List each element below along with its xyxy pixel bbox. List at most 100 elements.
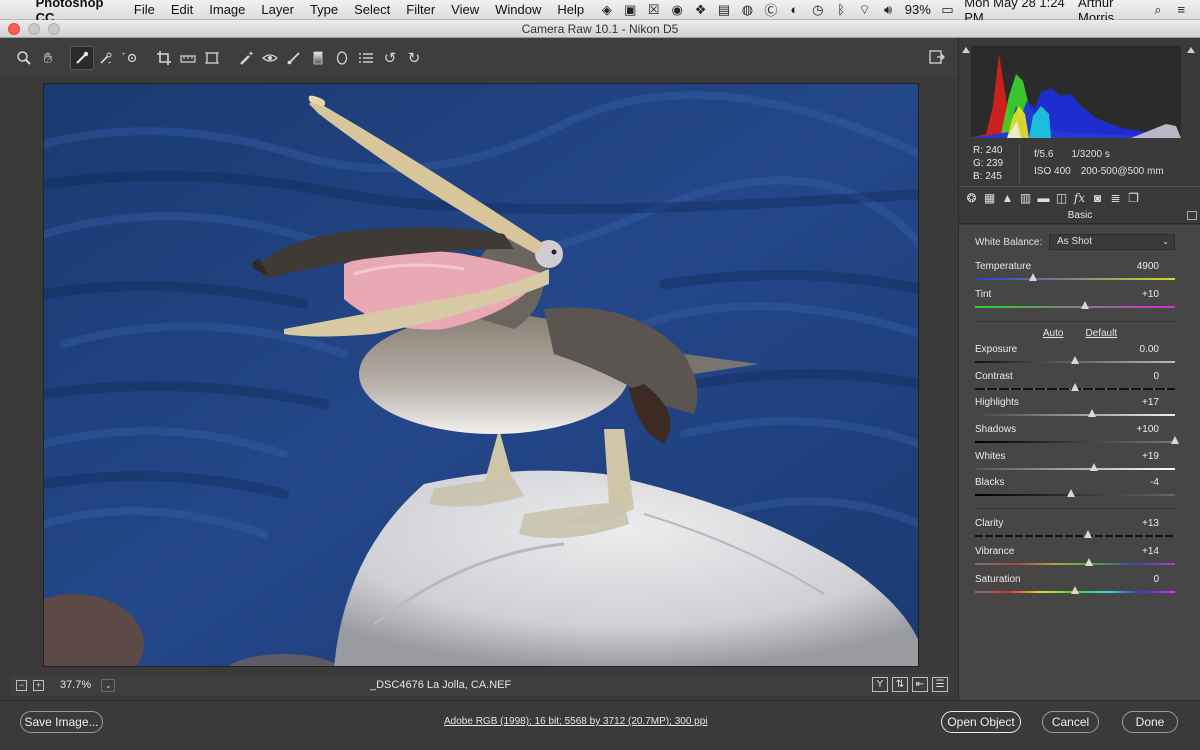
slider-value[interactable]: +17: [1142, 397, 1159, 408]
tint-slider[interactable]: Tint +10: [975, 289, 1177, 315]
toggle-default-settings-icon[interactable]: ☰: [932, 677, 948, 692]
slider-thumb[interactable]: [1071, 383, 1079, 391]
menu-window[interactable]: Window: [495, 2, 541, 17]
copy-settings-icon[interactable]: ⇤: [912, 677, 928, 692]
saturation-slider[interactable]: Saturation 0: [975, 574, 1177, 600]
menu-view[interactable]: View: [451, 2, 479, 17]
tab-detail-icon[interactable]: ▲: [1000, 190, 1015, 205]
tab-basic-icon[interactable]: ❂: [964, 190, 979, 205]
radial-filter-icon[interactable]: [330, 46, 354, 70]
slider-value[interactable]: +14: [1142, 546, 1159, 557]
default-link[interactable]: Default: [1085, 328, 1117, 339]
slider-thumb[interactable]: [1084, 530, 1092, 538]
slider-value[interactable]: 0: [1153, 574, 1159, 585]
red-eye-tool-icon[interactable]: [258, 46, 282, 70]
slider-thumb[interactable]: [1090, 463, 1098, 471]
dropbox-icon[interactable]: ❖: [694, 2, 707, 18]
slider-value[interactable]: -4: [1150, 477, 1159, 488]
workflow-options-link[interactable]: Adobe RGB (1998); 16 bit; 5568 by 3712 (…: [444, 716, 708, 727]
menu-layer[interactable]: Layer: [261, 2, 294, 17]
tab-split-toning-icon[interactable]: ▬: [1036, 190, 1051, 205]
slider-thumb[interactable]: [1088, 409, 1096, 417]
pelican-photo[interactable]: [43, 83, 919, 667]
slider-track[interactable]: [975, 414, 1175, 416]
slider-thumb[interactable]: [1067, 489, 1075, 497]
crop-tool-icon[interactable]: [152, 46, 176, 70]
zoom-level[interactable]: 37.7%: [60, 679, 91, 691]
tab-tone-curve-icon[interactable]: ▦: [982, 190, 997, 205]
battery-icon[interactable]: ▭: [941, 2, 954, 18]
save-image-button[interactable]: Save Image...: [20, 711, 103, 733]
slider-track[interactable]: [975, 441, 1175, 443]
transform-tool-icon[interactable]: [200, 46, 224, 70]
tab-presets-icon[interactable]: ≣: [1108, 190, 1123, 205]
menu-edit[interactable]: Edit: [171, 2, 193, 17]
white-balance-tool-icon[interactable]: [70, 46, 94, 70]
slider-thumb[interactable]: [1071, 356, 1079, 364]
adjustment-brush-icon[interactable]: [282, 46, 306, 70]
slider-value[interactable]: 0.00: [1140, 344, 1159, 355]
tray-close-box-icon[interactable]: ☒: [647, 2, 660, 18]
tab-snapshots-icon[interactable]: ❐: [1126, 190, 1141, 205]
menu-help[interactable]: Help: [557, 2, 584, 17]
slider-track[interactable]: [975, 278, 1175, 280]
bluetooth-icon[interactable]: ᛒ: [834, 2, 847, 17]
whites-slider[interactable]: Whites +19: [975, 451, 1177, 477]
slider-value[interactable]: +100: [1136, 424, 1159, 435]
graduated-filter-icon[interactable]: [306, 46, 330, 70]
zoom-dropdown-chevron-icon[interactable]: ⌄: [101, 678, 116, 692]
tray-app-icon[interactable]: ◐: [788, 2, 801, 17]
menu-select[interactable]: Select: [354, 2, 390, 17]
tab-lens-corrections-icon[interactable]: ◫: [1054, 190, 1069, 205]
battery-percent[interactable]: 93%: [905, 2, 931, 17]
blacks-slider[interactable]: Blacks -4: [975, 477, 1177, 503]
slider-value[interactable]: 0: [1153, 371, 1159, 382]
tray-app-icon[interactable]: ◈: [600, 2, 613, 18]
tab-camera-calibration-icon[interactable]: ◙: [1090, 190, 1105, 205]
before-after-toggle-button[interactable]: Y: [872, 677, 888, 692]
tray-app-icon[interactable]: ◍: [741, 2, 754, 18]
exposure-slider[interactable]: Exposure 0.00: [975, 344, 1177, 370]
image-preview-area[interactable]: [10, 78, 950, 672]
slider-thumb[interactable]: [1081, 301, 1089, 309]
targeted-adjustment-tool-icon[interactable]: +: [118, 46, 142, 70]
volume-icon[interactable]: 🔊︎: [881, 2, 894, 18]
preferences-list-icon[interactable]: [354, 46, 378, 70]
slider-track[interactable]: [975, 563, 1175, 565]
open-object-button[interactable]: Open Object: [941, 711, 1021, 733]
menu-file[interactable]: File: [134, 2, 155, 17]
zoom-out-button[interactable]: −: [16, 679, 27, 691]
color-sampler-tool-icon[interactable]: +: [94, 46, 118, 70]
slider-track[interactable]: [975, 306, 1175, 308]
slider-value[interactable]: +19: [1142, 451, 1159, 462]
wifi-icon[interactable]: ⌔: [858, 2, 871, 18]
zoom-tool-icon[interactable]: [12, 46, 36, 70]
tab-effects-icon[interactable]: fx: [1072, 190, 1087, 205]
done-button[interactable]: Done: [1122, 711, 1178, 733]
time-machine-icon[interactable]: ◷: [811, 2, 824, 18]
straighten-tool-icon[interactable]: [176, 46, 200, 70]
menu-list-icon[interactable]: ≡: [1175, 2, 1188, 17]
swap-settings-icon[interactable]: ⇅: [892, 677, 908, 692]
tray-app-icon[interactable]: ▤: [717, 2, 730, 18]
highlights-slider[interactable]: Highlights +17: [975, 397, 1177, 423]
slider-thumb[interactable]: [1029, 273, 1037, 281]
shadow-clipping-warning-icon[interactable]: [962, 47, 970, 53]
rotate-left-icon[interactable]: ↺: [378, 46, 402, 70]
auto-link[interactable]: Auto: [1043, 328, 1064, 339]
fullscreen-toggle-icon[interactable]: [926, 46, 948, 68]
cancel-button[interactable]: Cancel: [1042, 711, 1099, 733]
slider-track[interactable]: [975, 468, 1175, 470]
zoom-in-button[interactable]: +: [33, 679, 44, 691]
slider-thumb[interactable]: [1071, 586, 1079, 594]
white-balance-select[interactable]: As Shot ⌄: [1049, 234, 1175, 250]
slider-value[interactable]: +10: [1142, 289, 1159, 300]
slider-value[interactable]: 4900: [1137, 261, 1159, 272]
contrast-slider[interactable]: Contrast 0: [975, 371, 1177, 397]
spot-removal-tool-icon[interactable]: ✦: [234, 46, 258, 70]
search-icon[interactable]: ⌕: [1151, 2, 1164, 18]
slider-value[interactable]: +13: [1142, 518, 1159, 529]
slider-track[interactable]: [975, 535, 1175, 537]
menu-image[interactable]: Image: [209, 2, 245, 17]
slider-thumb[interactable]: [1085, 558, 1093, 566]
